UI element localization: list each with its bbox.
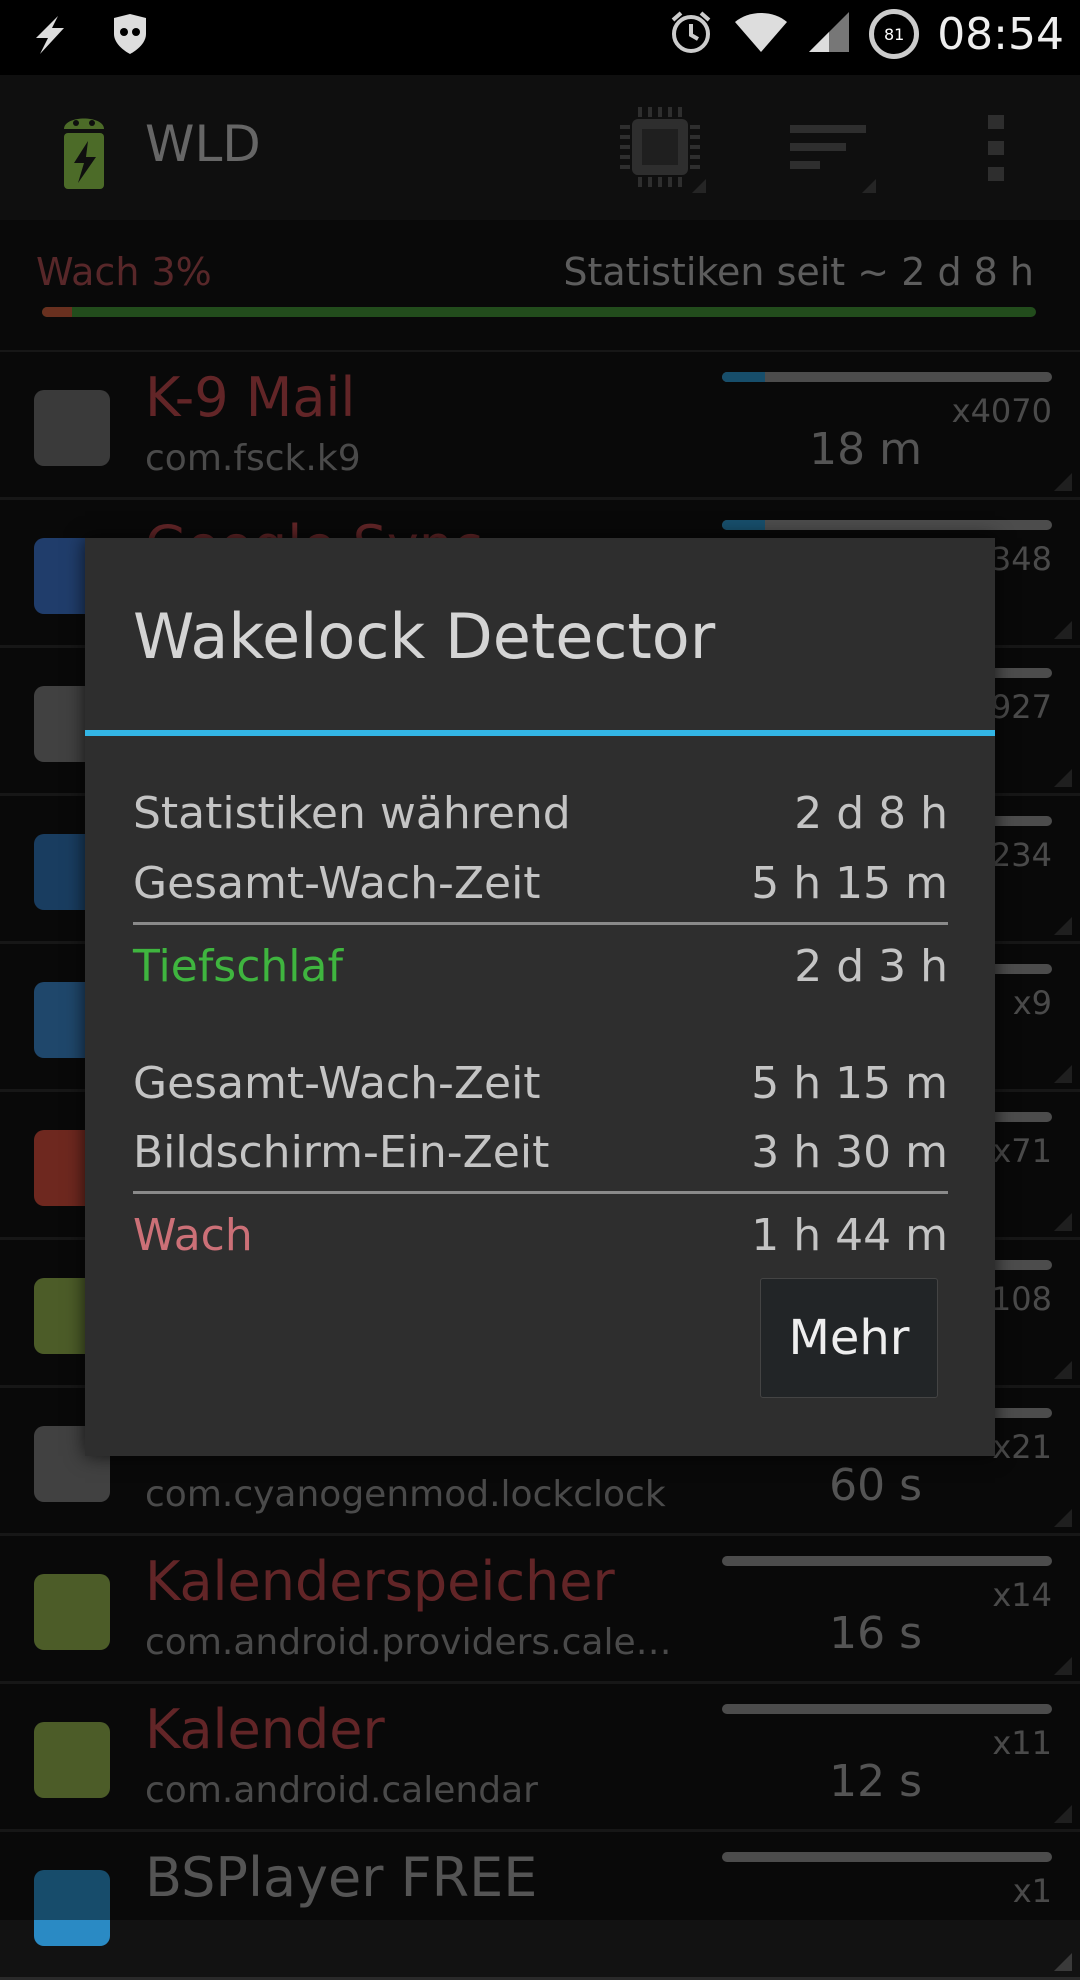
battery-level: 81 — [884, 24, 905, 44]
total-awake-row-2: Gesamt-Wach-Zeit 5 h 15 m — [133, 1058, 948, 1109]
corner-indicator — [1054, 1953, 1072, 1971]
status-bar: 81 08:54 — [0, 0, 1080, 75]
stats-during-value: 2 d 8 h — [794, 788, 948, 839]
signal-icon — [807, 8, 851, 60]
stats-during-label: Statistiken während — [133, 788, 571, 839]
divider — [133, 1191, 948, 1194]
more-button[interactable]: Mehr — [760, 1278, 938, 1398]
awake-label: Wach — [133, 1210, 253, 1261]
wifi-icon — [733, 8, 789, 60]
total-awake-row: Gesamt-Wach-Zeit 5 h 15 m — [133, 858, 948, 909]
divider — [133, 922, 948, 925]
dialog-title: Wakelock Detector — [133, 600, 716, 673]
awake-row: Wach 1 h 44 m — [133, 1210, 948, 1261]
screen-on-value: 3 h 30 m — [751, 1127, 948, 1178]
guard-icon — [110, 12, 150, 60]
flash-icon — [28, 12, 72, 60]
total-awake-label: Gesamt-Wach-Zeit — [133, 858, 541, 909]
total-awake-value-2: 5 h 15 m — [751, 1058, 948, 1109]
total-awake-label-2: Gesamt-Wach-Zeit — [133, 1058, 541, 1109]
screen-on-label: Bildschirm-Ein-Zeit — [133, 1127, 550, 1178]
battery-icon: 81 — [869, 9, 920, 59]
deep-sleep-label: Tiefschlaf — [133, 941, 343, 992]
total-awake-value: 5 h 15 m — [751, 858, 948, 909]
deep-sleep-row: Tiefschlaf 2 d 3 h — [133, 941, 948, 992]
screen-on-row: Bildschirm-Ein-Zeit 3 h 30 m — [133, 1127, 948, 1178]
dialog-title-divider — [85, 730, 995, 736]
stats-during-row: Statistiken während 2 d 8 h — [133, 788, 948, 839]
deep-sleep-value: 2 d 3 h — [794, 941, 948, 992]
awake-value: 1 h 44 m — [751, 1210, 948, 1261]
wakelock-detector-dialog: Wakelock Detector Statistiken während 2 … — [85, 538, 995, 1456]
status-clock: 08:54 — [937, 8, 1064, 60]
alarm-icon — [667, 8, 715, 60]
